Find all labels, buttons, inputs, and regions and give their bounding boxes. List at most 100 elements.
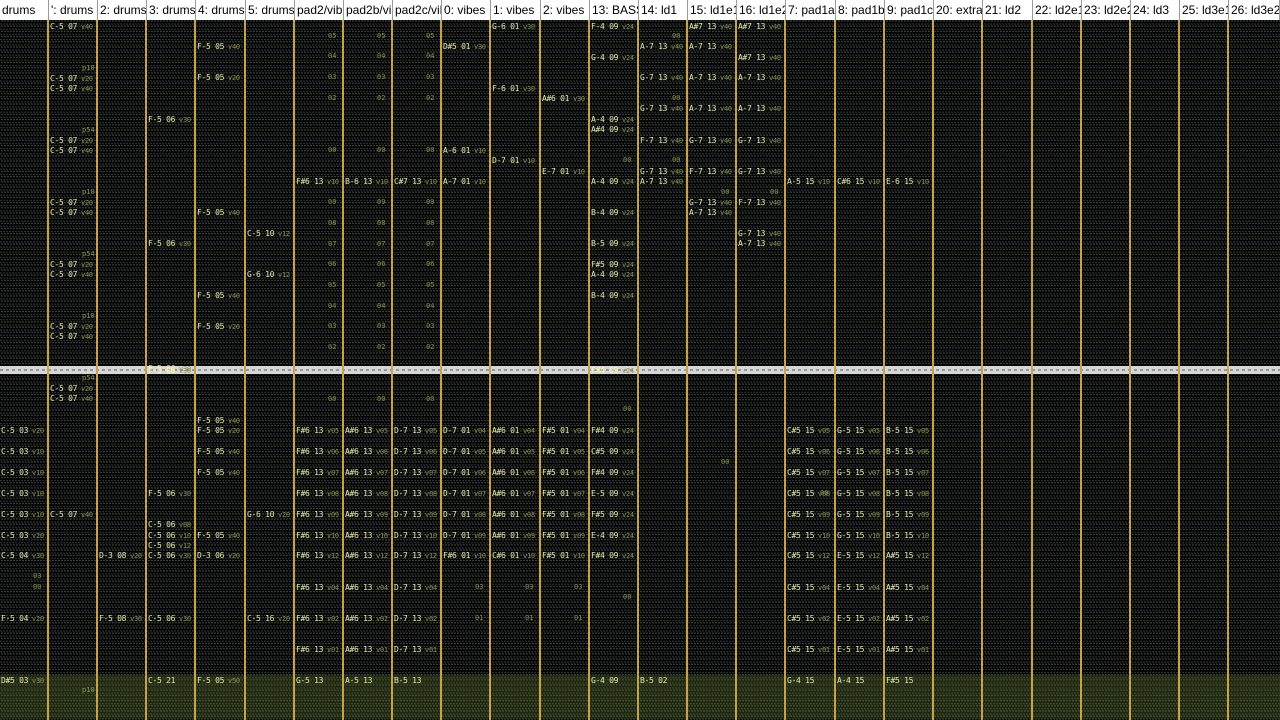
- volume-cell[interactable]: 02: [426, 343, 434, 351]
- volume-cell[interactable]: p54: [82, 126, 95, 134]
- note-cell[interactable]: A-7 13 v40: [738, 73, 781, 83]
- note-cell[interactable]: C#5 09 v24: [591, 447, 634, 457]
- note-cell[interactable]: F-5 05 v20: [197, 426, 240, 436]
- note-cell[interactable]: A-7 13 v40: [738, 104, 781, 114]
- channel-tab-24[interactable]: 24: ld3: [1131, 0, 1180, 20]
- volume-cell[interactable]: 03: [426, 322, 434, 330]
- volume-cell[interactable]: 04: [426, 302, 434, 310]
- note-cell[interactable]: A#6 13 v01: [345, 645, 388, 655]
- note-cell[interactable]: A#6 13 v09: [345, 510, 388, 520]
- note-cell[interactable]: C-5 07 v20: [50, 322, 93, 332]
- note-cell[interactable]: B-5 13: [394, 676, 421, 686]
- channel-tab-7[interactable]: pad2/vib: [295, 0, 344, 20]
- note-cell[interactable]: C-5 06 v30: [148, 551, 191, 561]
- note-cell[interactable]: B-5 15 v07: [886, 468, 929, 478]
- channel-tab-17[interactable]: 7: pad1a: [786, 0, 836, 20]
- volume-cell[interactable]: 00: [426, 146, 434, 154]
- note-cell[interactable]: D-7 13 v10: [394, 531, 437, 541]
- note-cell[interactable]: B-5 15 v10: [886, 531, 929, 541]
- note-cell[interactable]: G-5 13: [296, 676, 323, 686]
- note-cell[interactable]: A-7 13 v40: [689, 208, 732, 218]
- channel-tab-18[interactable]: 8: pad1b: [836, 0, 885, 20]
- note-cell[interactable]: B-5 02: [640, 676, 667, 686]
- note-cell[interactable]: D-7 01 v07: [443, 489, 486, 499]
- channel-tab-4[interactable]: 3: drums: [147, 0, 196, 20]
- note-cell[interactable]: B-4 09 v24: [591, 208, 634, 218]
- note-cell[interactable]: F#5 09 v24: [591, 260, 634, 270]
- note-cell[interactable]: F-5 05 v40: [197, 416, 240, 426]
- note-cell[interactable]: G-7 13 v40: [738, 167, 781, 177]
- volume-cell[interactable]: 02: [426, 94, 434, 102]
- note-cell[interactable]: G-7 13 v40: [640, 167, 683, 177]
- note-cell[interactable]: A#4 09 v24: [591, 125, 634, 135]
- channel-tab-12[interactable]: 2: vibes: [541, 0, 590, 20]
- note-cell[interactable]: C-5 07 v40: [50, 510, 93, 520]
- volume-cell[interactable]: 03: [574, 583, 582, 591]
- note-cell[interactable]: B-5 15 v08: [886, 489, 929, 499]
- note-cell[interactable]: A#7 13 v40: [738, 22, 781, 32]
- note-cell[interactable]: A#5 15 v12: [886, 551, 929, 561]
- volume-cell[interactable]: 08: [328, 219, 336, 227]
- note-cell[interactable]: D#5 03 v30: [1, 676, 44, 686]
- note-cell[interactable]: E-6 15 v10: [886, 177, 929, 187]
- note-cell[interactable]: G-7 13 v40: [640, 104, 683, 114]
- note-cell[interactable]: C-5 07 v40: [50, 332, 93, 342]
- note-cell[interactable]: C#5 15 v07: [787, 468, 830, 478]
- channel-tab-26[interactable]: 26: ld3e2: [1229, 0, 1280, 20]
- note-cell[interactable]: F#6 13 v08: [296, 489, 339, 499]
- note-cell[interactable]: G-7 13 v40: [689, 198, 732, 208]
- note-cell[interactable]: F-4 09 v24: [591, 22, 634, 32]
- note-cell[interactable]: E-5 15 v02: [837, 614, 880, 624]
- note-cell[interactable]: F#4 09 v24: [591, 551, 634, 561]
- volume-cell[interactable]: 04: [426, 52, 434, 60]
- note-cell[interactable]: A#6 01 v30: [542, 94, 585, 104]
- note-cell[interactable]: F-5 05 v40: [197, 208, 240, 218]
- note-cell[interactable]: D-7 13 v08: [394, 489, 437, 499]
- note-cell[interactable]: C#5 15 v06: [787, 447, 830, 457]
- note-cell[interactable]: C-5 03 v20: [1, 426, 44, 436]
- volume-cell[interactable]: 03: [328, 73, 336, 81]
- note-cell[interactable]: G-5 15 v07: [837, 468, 880, 478]
- note-cell[interactable]: A-7 13 v40: [640, 177, 683, 187]
- note-cell[interactable]: F#5 01 v09: [542, 531, 585, 541]
- note-cell[interactable]: A-7 13 v40: [689, 73, 732, 83]
- note-cell[interactable]: G-7 13 v40: [738, 136, 781, 146]
- note-cell[interactable]: A-7 13 v40: [689, 104, 732, 114]
- note-cell[interactable]: G-5 15 v08: [837, 489, 880, 499]
- note-cell[interactable]: D-7 01 v08: [443, 510, 486, 520]
- note-cell[interactable]: C#6 15 v10: [837, 177, 880, 187]
- volume-cell[interactable]: p54: [82, 250, 95, 258]
- note-cell[interactable]: F#6 13 v05: [296, 426, 339, 436]
- note-cell[interactable]: C-5 06 v12: [148, 541, 191, 551]
- volume-cell[interactable]: 07: [328, 240, 336, 248]
- note-cell[interactable]: F#4 09 v24: [591, 426, 634, 436]
- note-cell[interactable]: A#5 15 v01: [886, 645, 929, 655]
- note-cell[interactable]: C-5 03 v10: [1, 489, 44, 499]
- volume-cell[interactable]: 05: [377, 281, 385, 289]
- note-cell[interactable]: A-7 13 v40: [640, 42, 683, 52]
- note-cell[interactable]: F#5 01 v10: [542, 551, 585, 561]
- volume-cell[interactable]: 08: [377, 219, 385, 227]
- volume-cell[interactable]: 03: [426, 73, 434, 81]
- channel-tab-1[interactable]: drums: [0, 0, 49, 20]
- note-cell[interactable]: C#7 13 v10: [394, 177, 437, 187]
- note-cell[interactable]: F-7 13 v40: [738, 198, 781, 208]
- note-cell[interactable]: A#7 13 v40: [738, 53, 781, 63]
- volume-cell[interactable]: 07: [426, 240, 434, 248]
- note-cell[interactable]: F#5 01 v04: [542, 426, 585, 436]
- note-cell[interactable]: A-5 15 v10: [787, 177, 830, 187]
- channel-tab-25[interactable]: 25: ld3e1: [1180, 0, 1229, 20]
- note-cell[interactable]: F-5 05 v40: [197, 531, 240, 541]
- note-cell[interactable]: G-5 15 v10: [837, 531, 880, 541]
- note-cell[interactable]: A#6 01 v09: [492, 531, 535, 541]
- note-cell[interactable]: F-5 05 v50: [197, 676, 240, 686]
- note-cell[interactable]: A#6 01 v05: [492, 447, 535, 457]
- note-cell[interactable]: D#5 01 v30: [443, 42, 486, 52]
- note-cell[interactable]: A-7 13 v40: [738, 239, 781, 249]
- volume-cell[interactable]: 01: [525, 614, 533, 622]
- note-cell[interactable]: F#5 09 v24: [591, 510, 634, 520]
- volume-cell[interactable]: 00: [672, 156, 680, 164]
- note-cell[interactable]: B-5 15 v09: [886, 510, 929, 520]
- note-cell[interactable]: A#6 13 v02: [345, 614, 388, 624]
- note-cell[interactable]: F#5 15: [886, 676, 913, 686]
